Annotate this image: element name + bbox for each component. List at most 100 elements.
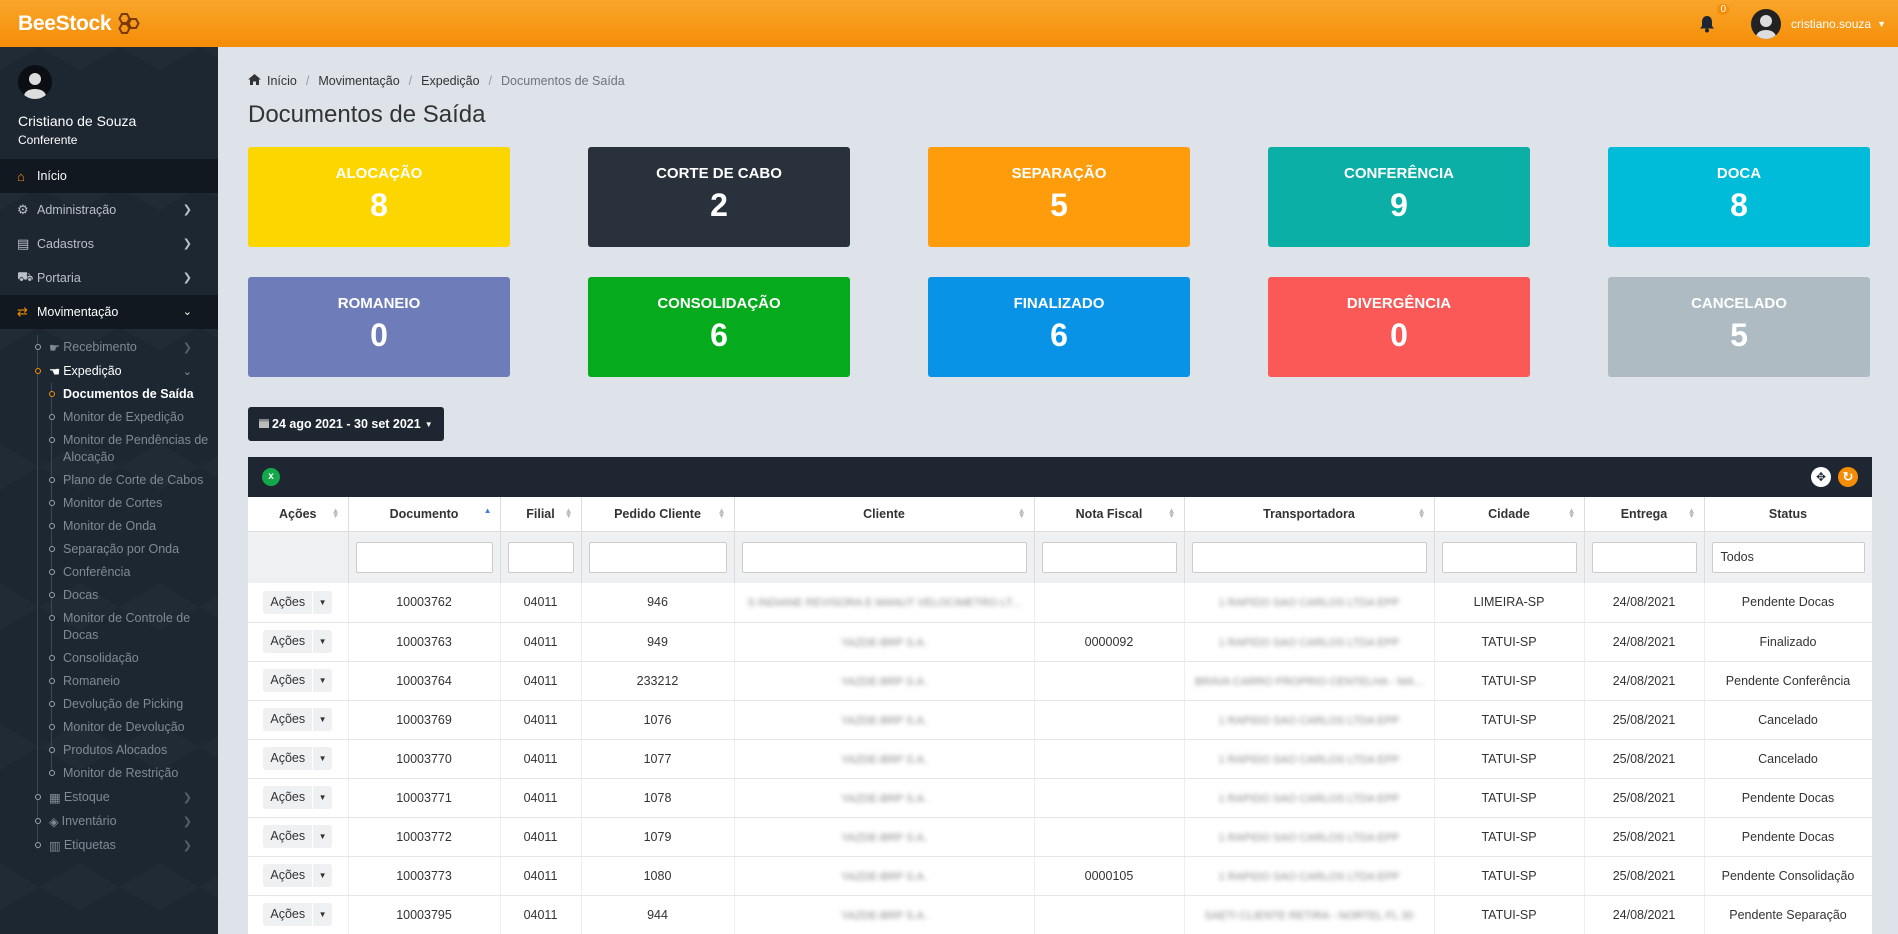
table-row[interactable]: Ações ▼ 10003772 04011 1079 YAZDE-BRP S.A. 1 R…	[248, 817, 1872, 857]
sidebar-item-documentos-de-saida[interactable]: Documentos de Saída	[49, 383, 218, 406]
user-menu-name[interactable]: cristiano.souza	[1791, 17, 1871, 31]
transportadora-text: 1 RAPIDO SAO CARLOS LTDA EPP	[1218, 870, 1400, 883]
filter-cidade-input[interactable]	[1441, 541, 1577, 573]
column-header-cliente[interactable]: Cliente ▲ ▼	[734, 497, 1035, 532]
actions-dropdown-button[interactable]: Ações ▼	[263, 786, 333, 809]
status-card-finalizado[interactable]: FINALIZADO 6	[928, 277, 1190, 377]
sidebar-item-monitor-de-devolucao[interactable]: Monitor de Devolução	[49, 716, 218, 739]
transportadora-text: 1 RAPIDO SAO CARLOS LTDA EPP	[1218, 714, 1400, 727]
date-range-picker[interactable]: 24 ago 2021 - 30 set 2021 ▼	[248, 407, 444, 441]
actions-dropdown-button[interactable]: Ações ▼	[263, 825, 333, 848]
status-card-separacao[interactable]: SEPARAÇÃO 5	[928, 147, 1190, 247]
cell-documento: 10003795	[348, 895, 501, 934]
sidebar-item-plano-corte-cabos[interactable]: Plano de Corte de Cabos	[49, 469, 218, 492]
table-row[interactable]: Ações ▼ 10003764 04011 233212 YAZDE-BRP S.A. B…	[248, 661, 1872, 701]
list-icon: ▤	[17, 236, 30, 251]
sidebar-item-recebimento[interactable]: ☛ Recebimento ❯	[35, 335, 218, 359]
date-range-value: 24 ago 2021 - 30 set 2021	[272, 417, 421, 431]
breadcrumb-expedicao[interactable]: Expedição	[421, 74, 479, 88]
status-card-cancelado[interactable]: CANCELADO 5	[1608, 277, 1870, 377]
filter-entrega-input[interactable]	[1591, 541, 1697, 573]
excel-icon[interactable]: x	[262, 468, 280, 486]
expand-icon[interactable]: ✥	[1811, 467, 1831, 487]
sidebar-item-monitor-de-cortes[interactable]: Monitor de Cortes	[49, 492, 218, 515]
caret-down-icon[interactable]: ▼	[312, 747, 332, 770]
table-row[interactable]: Ações ▼ 10003770 04011 1077 YAZDE-BRP S.A. 1 R…	[248, 739, 1872, 779]
status-card-divergencia[interactable]: DIVERGÊNCIA 0	[1268, 277, 1530, 377]
breadcrumb-inicio[interactable]: Início	[267, 74, 297, 88]
actions-dropdown-button[interactable]: Ações ▼	[263, 708, 333, 731]
caret-down-icon[interactable]: ▼	[312, 864, 332, 887]
sidebar-item-home[interactable]: ⌂ Início	[0, 159, 218, 193]
column-header-transportadora[interactable]: Transportadora ▲ ▼	[1184, 497, 1435, 532]
filter-filial-input[interactable]	[507, 541, 574, 573]
filter-nota-input[interactable]	[1041, 541, 1177, 573]
table-row[interactable]: Ações ▼ 10003773 04011 1080 YAZDE-BRP S.A. 000…	[248, 856, 1872, 896]
column-header-nota-fiscal[interactable]: Nota Fiscal ▲ ▼	[1034, 497, 1185, 532]
sidebar-item-separacao-por-onda[interactable]: Separação por Onda	[49, 538, 218, 561]
status-card-romaneio[interactable]: ROMANEIO 0	[248, 277, 510, 377]
sidebar-item-monitor-de-onda[interactable]: Monitor de Onda	[49, 515, 218, 538]
caret-down-icon[interactable]: ▼	[312, 708, 332, 731]
actions-dropdown-button[interactable]: Ações ▼	[263, 590, 333, 614]
table-row[interactable]: Ações ▼ 10003795 04011 944 YAZDE-BRP S.A. SAET…	[248, 895, 1872, 934]
sidebar-item-portaria[interactable]: ⛟ Portaria ❯	[0, 261, 218, 295]
caret-down-icon[interactable]: ▼	[312, 630, 332, 653]
caret-down-icon[interactable]: ▼	[312, 669, 332, 692]
sidebar-item-movimentacao[interactable]: ⇄ Movimentação ⌄	[0, 295, 218, 329]
sidebar-item-monitor-pendencias-alocacao[interactable]: Monitor de Pendências de Alocação	[49, 429, 218, 469]
sidebar-item-cadastros[interactable]: ▤ Cadastros ❯	[0, 227, 218, 261]
beestock-logo[interactable]: Bee Stock	[18, 11, 143, 37]
actions-dropdown-button[interactable]: Ações ▼	[263, 669, 333, 692]
caret-down-icon[interactable]: ▼	[312, 786, 332, 809]
sidebar-item-monitor-de-expedicao[interactable]: Monitor de Expedição	[49, 406, 218, 429]
sidebar-item-administracao[interactable]: ⚙ Administração ❯	[0, 193, 218, 227]
sidebar-item-consolidacao[interactable]: Consolidação	[49, 647, 218, 670]
card-label: CONFERÊNCIA	[1343, 165, 1454, 182]
caret-down-icon[interactable]: ▼	[312, 825, 332, 848]
sidebar-item-conferencia[interactable]: Conferência	[49, 561, 218, 584]
filter-pedido-input[interactable]	[588, 541, 727, 573]
table-row[interactable]: Ações ▼ 10003771 04011 1078 YAZDE-BRP S.A. 1 R…	[248, 778, 1872, 818]
column-header-filial[interactable]: Filial ▲ ▼	[500, 497, 582, 532]
table-row[interactable]: Ações ▼ 10003769 04011 1076 YAZDE-BRP S.A. 1 R…	[248, 700, 1872, 740]
filter-documento-input[interactable]	[355, 541, 493, 573]
filter-cliente-input[interactable]	[741, 541, 1027, 573]
sidebar-item-produtos-alocados[interactable]: Produtos Alocados	[49, 739, 218, 762]
sidebar-item-etiquetas[interactable]: ▥ Etiquetas ❯	[35, 833, 218, 857]
table-row[interactable]: Ações ▼ 10003762 04011 946 S INDIANE REVISORA…	[248, 583, 1872, 623]
column-header-acoes[interactable]: Ações ▲ ▼	[248, 497, 349, 532]
table-row[interactable]: Ações ▼ 10003763 04011 949 YAZDE-BRP S.A. 0000…	[248, 622, 1872, 662]
actions-dropdown-button[interactable]: Ações ▼	[263, 903, 333, 926]
column-header-pedido-cliente[interactable]: Pedido Cliente ▲ ▼	[581, 497, 735, 532]
column-header-entrega[interactable]: Entrega ▲ ▼	[1584, 497, 1705, 532]
status-card-conferencia[interactable]: CONFERÊNCIA 9	[1268, 147, 1530, 247]
actions-dropdown-button[interactable]: Ações ▼	[263, 630, 333, 653]
status-card-corte-de-cabo[interactable]: CORTE DE CABO 2	[588, 147, 850, 247]
column-header-cidade[interactable]: Cidade ▲ ▼	[1434, 497, 1585, 532]
sidebar-item-monitor-de-restricao[interactable]: Monitor de Restrição	[49, 762, 218, 785]
filter-transportadora-input[interactable]	[1191, 541, 1427, 573]
sidebar-item-expedicao[interactable]: ☚ Expedição ⌄	[35, 359, 218, 383]
user-avatar[interactable]	[1751, 8, 1782, 39]
chevron-down-icon[interactable]: ▼	[1877, 19, 1886, 29]
sidebar-item-estoque[interactable]: ▦ Estoque ❯	[35, 785, 218, 809]
sidebar-item-devolucao-de-picking[interactable]: Devolução de Picking	[49, 693, 218, 716]
column-header-documento[interactable]: Documento ▲	[348, 497, 501, 532]
column-header-status[interactable]: Status	[1704, 497, 1872, 532]
sidebar-item-monitor-controle-docas[interactable]: Monitor de Controle de Docas	[49, 607, 218, 647]
status-card-alocacao[interactable]: ALOCAÇÃO 8	[248, 147, 510, 247]
notifications-bell-icon[interactable]: 0	[1699, 3, 1730, 36]
status-card-doca[interactable]: DOCA 8	[1608, 147, 1870, 247]
actions-dropdown-button[interactable]: Ações ▼	[263, 864, 333, 887]
sidebar-item-inventario[interactable]: ◈ Inventário ❯	[35, 809, 218, 833]
sidebar-item-romaneio[interactable]: Romaneio	[49, 670, 218, 693]
status-card-consolidacao[interactable]: CONSOLIDAÇÃO 6	[588, 277, 850, 377]
caret-down-icon[interactable]: ▼	[312, 590, 332, 614]
breadcrumb-movimentacao[interactable]: Movimentação	[318, 74, 399, 88]
refresh-icon[interactable]: ↻	[1838, 467, 1858, 487]
caret-down-icon[interactable]: ▼	[312, 903, 332, 926]
actions-dropdown-button[interactable]: Ações ▼	[263, 747, 333, 770]
sidebar-item-docas[interactable]: Docas	[49, 584, 218, 607]
filter-status-select[interactable]: Todos	[1711, 541, 1865, 573]
